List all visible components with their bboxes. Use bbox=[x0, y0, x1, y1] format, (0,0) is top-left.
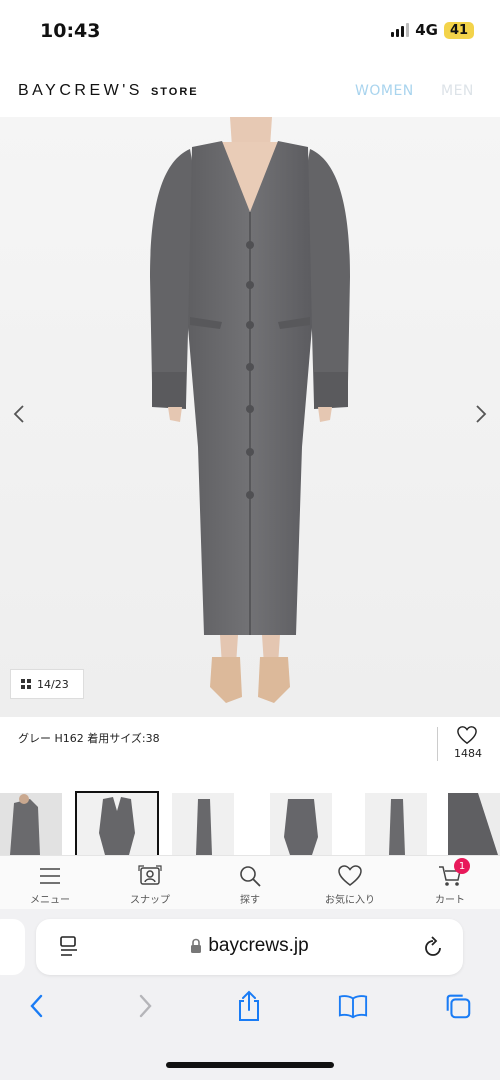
store-logo[interactable]: BAYCREW'S STORE bbox=[18, 82, 199, 100]
nav-search-label: 探す bbox=[240, 895, 260, 906]
heart-icon bbox=[457, 726, 477, 745]
previous-tab-preview[interactable] bbox=[0, 919, 25, 975]
chevron-right-icon bbox=[476, 405, 487, 423]
thumbnail[interactable] bbox=[448, 793, 500, 855]
image-counter[interactable]: 14/23 bbox=[10, 669, 84, 699]
share-icon bbox=[239, 990, 259, 1021]
snap-icon bbox=[138, 865, 162, 885]
nav-snap[interactable]: スナップ bbox=[100, 856, 200, 910]
nav-menu-label: メニュー bbox=[30, 895, 70, 906]
nav-snap-label: スナップ bbox=[130, 895, 170, 906]
thumbnail-strip bbox=[0, 773, 500, 855]
logo-sub-text: STORE bbox=[150, 86, 199, 98]
nav-menu[interactable]: メニュー bbox=[0, 856, 100, 910]
site-header: BAYCREW'S STORE WOMEN MEN bbox=[0, 62, 500, 117]
thumbnail[interactable] bbox=[365, 793, 427, 855]
network-type: 4G bbox=[415, 21, 438, 39]
cart-badge: 1 bbox=[454, 858, 470, 874]
image-caption: グレー H162 着用サイズ:38 bbox=[18, 732, 160, 745]
logo-main-text: BAYCREW'S bbox=[18, 82, 143, 99]
thumbnail[interactable] bbox=[172, 793, 234, 855]
product-image[interactable]: 14/23 bbox=[0, 117, 500, 717]
favorite-button[interactable] bbox=[456, 725, 478, 749]
signal-icon bbox=[391, 23, 410, 37]
bookmarks-button[interactable] bbox=[338, 989, 368, 1023]
reload-button[interactable] bbox=[422, 935, 444, 963]
lock-icon bbox=[191, 938, 202, 953]
product-info-row: グレー H162 着用サイズ:38 1484 bbox=[0, 717, 500, 773]
search-icon bbox=[240, 866, 261, 887]
nav-cart[interactable]: カート 1 bbox=[400, 856, 500, 910]
tabs-icon bbox=[446, 994, 471, 1019]
site-bottom-nav: メニュー スナップ 探す お気に入り カート 1 bbox=[0, 855, 500, 909]
book-icon bbox=[338, 995, 368, 1019]
heart-icon bbox=[338, 865, 362, 886]
url-display: baycrews.jp bbox=[36, 935, 463, 957]
thumbnail[interactable] bbox=[270, 793, 332, 855]
browser-chrome: baycrews.jp bbox=[0, 909, 500, 1080]
favorite-count: 1484 bbox=[454, 747, 482, 760]
back-button[interactable] bbox=[22, 989, 52, 1023]
model-illustration bbox=[0, 117, 500, 717]
nav-favorites[interactable]: お気に入り bbox=[300, 856, 400, 910]
tabs-button[interactable] bbox=[443, 989, 473, 1023]
share-button[interactable] bbox=[234, 989, 264, 1023]
nav-search[interactable]: 探す bbox=[200, 856, 300, 910]
nav-favorites-label: お気に入り bbox=[325, 895, 375, 906]
menu-icon bbox=[40, 868, 60, 884]
divider bbox=[437, 727, 438, 761]
url-text: baycrews.jp bbox=[208, 935, 309, 956]
home-indicator bbox=[166, 1062, 334, 1068]
nav-cart-label: カート bbox=[435, 895, 465, 906]
thumbnail-active[interactable] bbox=[75, 791, 159, 855]
reload-icon bbox=[425, 936, 441, 956]
battery-level: 41 bbox=[444, 21, 474, 39]
status-indicators: 4G 41 bbox=[391, 21, 474, 39]
chevron-right-icon bbox=[139, 994, 152, 1018]
status-time: 10:43 bbox=[40, 20, 101, 42]
thumbnail[interactable] bbox=[0, 793, 62, 855]
image-counter-text: 14/23 bbox=[37, 677, 69, 691]
next-image-button[interactable] bbox=[468, 402, 492, 426]
browser-toolbar bbox=[0, 989, 500, 1033]
chevron-left-icon bbox=[30, 994, 43, 1018]
tab-women[interactable]: WOMEN bbox=[355, 83, 414, 99]
grid-icon bbox=[21, 679, 31, 689]
forward-button[interactable] bbox=[130, 989, 160, 1023]
prev-image-button[interactable] bbox=[8, 402, 32, 426]
status-bar: 10:43 4G 41 bbox=[0, 0, 500, 62]
chevron-left-icon bbox=[13, 405, 24, 423]
address-bar[interactable]: baycrews.jp bbox=[36, 919, 463, 975]
tab-men[interactable]: MEN bbox=[441, 83, 474, 99]
